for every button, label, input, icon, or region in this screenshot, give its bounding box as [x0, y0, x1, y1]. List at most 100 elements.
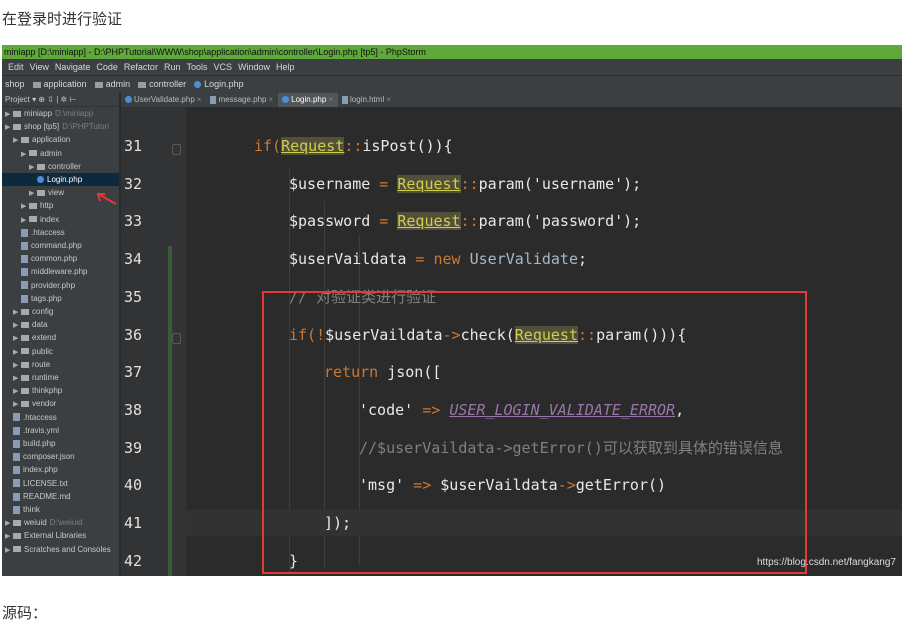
tree-item[interactable]: .travis.yml: [2, 424, 119, 437]
menu-item-tools[interactable]: Tools: [186, 62, 207, 72]
code-line[interactable]: $username = Request::param('username');: [186, 171, 641, 197]
tree-item-label: .htaccess: [23, 412, 57, 422]
tree-item[interactable]: middleware.php: [2, 265, 119, 278]
menu-item-vcs[interactable]: VCS: [213, 62, 232, 72]
file-icon: [13, 505, 20, 514]
breadcrumb-item[interactable]: shop: [5, 79, 25, 89]
fold-icon[interactable]: [172, 144, 181, 155]
tree-item-path: D:\PHPTutori: [62, 122, 109, 132]
fold-icon[interactable]: [172, 332, 181, 344]
expand-arrow-icon[interactable]: ▶: [5, 544, 13, 557]
close-icon[interactable]: ×: [328, 95, 333, 104]
tree-item[interactable]: Login.php: [2, 173, 119, 186]
file-icon: [13, 492, 20, 501]
breadcrumb-item[interactable]: application: [32, 79, 87, 89]
menu-item-run[interactable]: Run: [164, 62, 181, 72]
folder-icon: [94, 81, 103, 88]
project-panel-header[interactable]: Project ▾ ⊕ ⇳ | ✲ ⊢: [2, 93, 119, 107]
expand-arrow-icon[interactable]: ▶: [5, 108, 13, 121]
tree-item[interactable]: ▶ weiuid D:\weiuid: [2, 516, 119, 530]
tree-item[interactable]: ▶ shop [tp5] D:\PHPTutori: [2, 120, 119, 134]
tree-item[interactable]: ▶ data: [2, 318, 119, 332]
tree-item[interactable]: .htaccess: [2, 226, 119, 239]
expand-arrow-icon[interactable]: ▶: [5, 517, 13, 530]
tree-item[interactable]: .htaccess: [2, 411, 119, 424]
editor-tab[interactable]: Login.php ×: [278, 93, 338, 107]
menu-item-refactor[interactable]: Refactor: [124, 62, 158, 72]
code-token: isPost: [362, 137, 417, 155]
tree-item[interactable]: ▶ External Libraries: [2, 529, 119, 543]
tree-item[interactable]: README.md: [2, 490, 119, 503]
tree-item[interactable]: tags.php: [2, 292, 119, 305]
expand-arrow-icon[interactable]: ▶: [21, 148, 29, 161]
code-line[interactable]: $password = Request::param('password');: [186, 208, 641, 234]
menu-item-view[interactable]: View: [30, 62, 49, 72]
expand-arrow-icon[interactable]: ▶: [13, 346, 21, 359]
code-line[interactable]: $userVaildata = new UserValidate;: [186, 246, 587, 272]
expand-arrow-icon[interactable]: ▶: [13, 372, 21, 385]
tree-item[interactable]: ▶ route: [2, 358, 119, 372]
code-token: param: [478, 174, 524, 193]
tab-label: message.php: [218, 95, 267, 104]
menu-item-edit[interactable]: Edit: [8, 62, 24, 72]
expand-arrow-icon[interactable]: ▶: [13, 398, 21, 411]
tree-item[interactable]: ▶ application: [2, 133, 119, 147]
tree-item-label: External Libraries: [24, 531, 87, 541]
expand-arrow-icon[interactable]: ▶: [21, 200, 29, 213]
tree-item[interactable]: command.php: [2, 239, 119, 252]
line-number: 35: [124, 287, 143, 306]
tree-item-label: extend: [32, 333, 57, 343]
tree-item[interactable]: ▶ runtime: [2, 371, 119, 385]
tree-item[interactable]: ▶ public: [2, 345, 119, 359]
tree-item[interactable]: ▶ controller: [2, 160, 119, 174]
expand-arrow-icon[interactable]: ▶: [13, 385, 21, 398]
tree-item[interactable]: index.php: [2, 463, 119, 476]
tree-item[interactable]: think: [2, 503, 119, 516]
breadcrumb-item[interactable]: Login.php: [194, 79, 244, 89]
folder-icon: [21, 388, 29, 395]
expand-arrow-icon[interactable]: ▶: [13, 319, 21, 332]
tree-item[interactable]: ▶ thinkphp: [2, 384, 119, 398]
tree-item[interactable]: ▶ Scratches and Consoles: [2, 543, 119, 557]
tree-item[interactable]: common.php: [2, 252, 119, 265]
expand-arrow-icon[interactable]: ▶: [13, 306, 21, 319]
tree-item[interactable]: ▶ index: [2, 213, 119, 227]
tree-item[interactable]: ▶ miniapp D:\miniapp: [2, 107, 119, 121]
breadcrumb-item[interactable]: controller: [138, 79, 186, 89]
menu-item-navigate[interactable]: Navigate: [55, 62, 91, 72]
close-icon[interactable]: ×: [197, 95, 202, 104]
expand-arrow-icon[interactable]: ▶: [13, 332, 21, 345]
close-icon[interactable]: ×: [268, 95, 273, 104]
tree-item[interactable]: ▶ config: [2, 305, 119, 319]
tree-item-label: vendor: [32, 399, 57, 409]
expand-arrow-icon[interactable]: ▶: [13, 134, 21, 147]
tree-item[interactable]: provider.php: [2, 279, 119, 292]
tree-item[interactable]: build.php: [2, 437, 119, 450]
expand-arrow-icon[interactable]: ▶: [21, 214, 29, 227]
tab-label: UserValidate.php: [134, 95, 195, 104]
tree-item[interactable]: ▶ vendor: [2, 397, 119, 411]
tree-item[interactable]: ▶ admin: [2, 147, 119, 161]
code-token: );: [623, 212, 642, 231]
editor-tab[interactable]: message.php ×: [206, 93, 278, 107]
expand-arrow-icon[interactable]: ▶: [5, 530, 13, 543]
editor-tab[interactable]: login.html ×: [338, 93, 396, 107]
editor-tab[interactable]: UserValidate.php ×: [121, 93, 206, 107]
expand-arrow-icon[interactable]: ▶: [5, 121, 13, 134]
menu-item-code[interactable]: Code: [96, 62, 118, 72]
close-icon[interactable]: ×: [386, 95, 391, 104]
tree-item[interactable]: LICENSE.txt: [2, 477, 119, 490]
menu-item-help[interactable]: Help: [276, 62, 295, 72]
code-line[interactable]: if(Request::isPost()){: [186, 133, 453, 159]
code-token: UserValidate: [469, 250, 578, 269]
code-token: param: [478, 212, 524, 231]
code-token: $userVaildata: [289, 250, 407, 269]
expand-arrow-icon[interactable]: ▶: [13, 359, 21, 372]
tree-item[interactable]: composer.json: [2, 450, 119, 463]
tree-item[interactable]: ▶ extend: [2, 331, 119, 345]
menu-item-window[interactable]: Window: [238, 62, 270, 72]
line-number: 32: [124, 174, 143, 193]
expand-arrow-icon[interactable]: ▶: [29, 187, 37, 200]
expand-arrow-icon[interactable]: ▶: [29, 161, 37, 174]
breadcrumb-item[interactable]: admin: [94, 79, 130, 89]
